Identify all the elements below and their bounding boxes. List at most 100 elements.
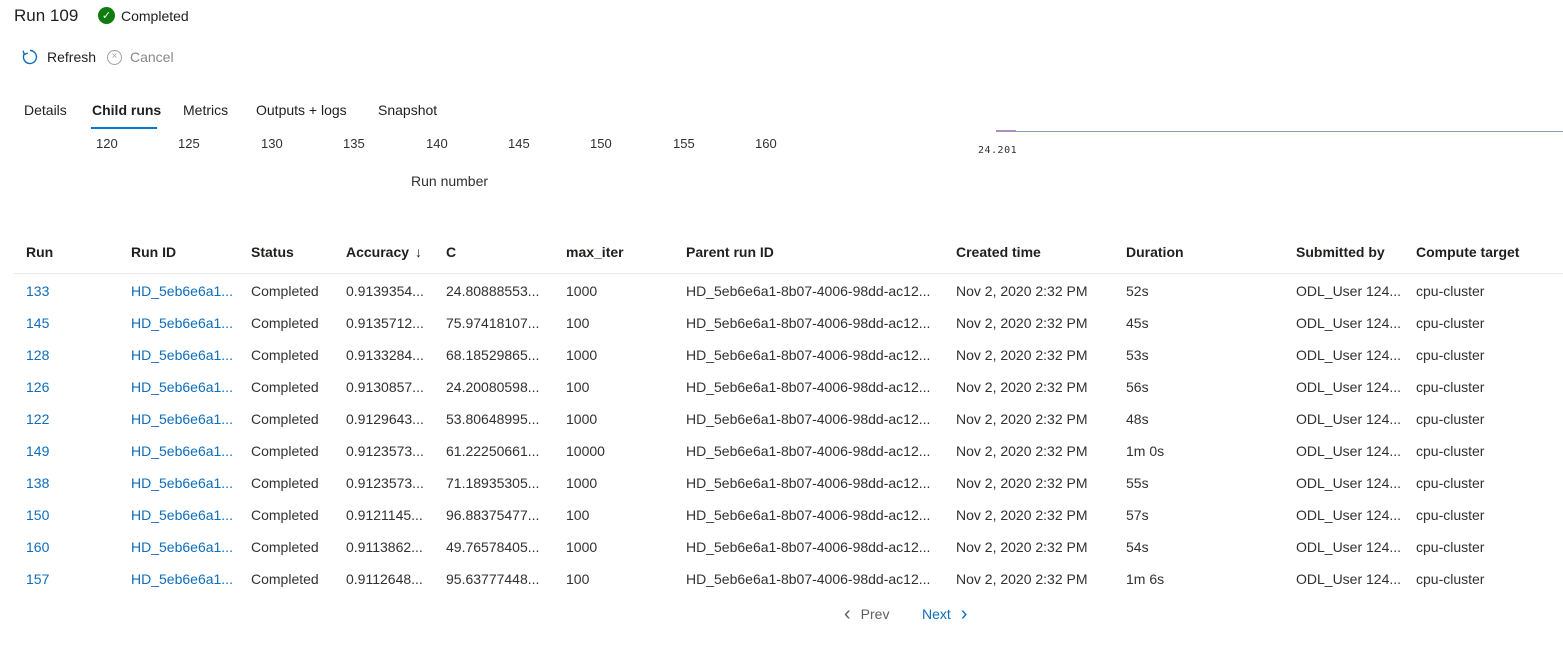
cell-run-id[interactable]: HD_5eb6e6a1... xyxy=(131,347,233,363)
cell-run[interactable]: 145 xyxy=(26,315,49,331)
cell-run[interactable]: 149 xyxy=(26,443,49,459)
cell-parent-run-id: HD_5eb6e6a1-8b07-4006-98dd-ac12... xyxy=(686,315,931,331)
next-page-button[interactable]: Next › xyxy=(922,603,968,625)
cell-c: 95.63777448... xyxy=(446,571,540,587)
cell-created-time: Nov 2, 2020 2:32 PM xyxy=(956,379,1088,395)
cell-status: Completed xyxy=(251,347,319,363)
refresh-icon xyxy=(22,49,38,65)
cell-c: 53.80648995... xyxy=(446,411,540,427)
cell-submitted-by: ODL_User 124... xyxy=(1296,315,1402,331)
column-header-duration[interactable]: Duration xyxy=(1126,244,1184,260)
cell-max-iter: 1000 xyxy=(566,475,598,491)
cell-accuracy: 0.9129643... xyxy=(346,411,424,427)
cell-status: Completed xyxy=(251,283,319,299)
cell-compute-target: cpu-cluster xyxy=(1416,571,1485,587)
chart-x-tick-label: 24.201 xyxy=(978,145,1018,156)
cell-run-id[interactable]: HD_5eb6e6a1... xyxy=(131,315,233,331)
tab-metrics[interactable]: Metrics xyxy=(183,100,228,120)
check-circle-icon: ✓ xyxy=(98,7,115,24)
column-header-compute-target[interactable]: Compute target xyxy=(1416,244,1519,260)
refresh-button[interactable]: Refresh xyxy=(21,47,96,67)
column-header-created-time[interactable]: Created time xyxy=(956,244,1041,260)
cell-created-time: Nov 2, 2020 2:32 PM xyxy=(956,283,1088,299)
cell-parent-run-id: HD_5eb6e6a1-8b07-4006-98dd-ac12... xyxy=(686,283,931,299)
column-header-accuracy[interactable]: Accuracy ↓ xyxy=(346,244,422,260)
cell-compute-target: cpu-cluster xyxy=(1416,539,1485,555)
tab-snapshot[interactable]: Snapshot xyxy=(378,100,437,120)
chart-x-axis-label: Run number xyxy=(411,173,489,189)
cell-run[interactable]: 122 xyxy=(26,411,49,427)
cell-parent-run-id: HD_5eb6e6a1-8b07-4006-98dd-ac12... xyxy=(686,347,931,363)
cell-status: Completed xyxy=(251,571,319,587)
cell-status: Completed xyxy=(251,475,319,491)
prev-label: Prev xyxy=(860,606,890,622)
cell-max-iter: 100 xyxy=(566,315,590,331)
chevron-right-icon: › xyxy=(960,603,968,625)
tab-child-runs[interactable]: Child runs xyxy=(92,100,161,120)
run-status: ✓ Completed xyxy=(98,7,189,24)
cell-run[interactable]: 160 xyxy=(26,539,49,555)
column-header-parent-run-id[interactable]: Parent run ID xyxy=(686,244,774,260)
active-tab-indicator xyxy=(91,127,157,129)
cell-accuracy: 0.9113862... xyxy=(346,539,423,555)
column-header-label: C xyxy=(446,244,457,260)
tab-outputs-logs[interactable]: Outputs + logs xyxy=(256,100,347,120)
cell-run[interactable]: 126 xyxy=(26,379,49,395)
cancel-label: Cancel xyxy=(130,49,174,65)
cell-duration: 45s xyxy=(1126,315,1149,331)
cell-submitted-by: ODL_User 124... xyxy=(1296,379,1402,395)
cell-run[interactable]: 138 xyxy=(26,475,49,491)
cancel-button[interactable]: × Cancel xyxy=(107,47,174,67)
column-header-label: Run ID xyxy=(131,244,177,260)
page-title: Run 109 xyxy=(14,6,79,25)
column-header-label: Submitted by xyxy=(1296,244,1385,260)
cell-run[interactable]: 128 xyxy=(26,347,49,363)
chart-series-marker xyxy=(996,130,1016,132)
cell-run-id[interactable]: HD_5eb6e6a1... xyxy=(131,283,233,299)
tab-details[interactable]: Details xyxy=(24,100,67,120)
column-header-label: Compute target xyxy=(1416,244,1520,260)
cell-run-id[interactable]: HD_5eb6e6a1... xyxy=(131,475,233,491)
cell-compute-target: cpu-cluster xyxy=(1416,507,1485,523)
chart-x-tick-label: 155 xyxy=(673,136,695,151)
chart-x-tick-label: 130 xyxy=(261,136,283,151)
cell-run[interactable]: 150 xyxy=(26,507,49,523)
cell-status: Completed xyxy=(251,443,319,459)
cell-run[interactable]: 133 xyxy=(26,283,49,299)
chart-series-line xyxy=(996,131,1563,132)
cell-created-time: Nov 2, 2020 2:32 PM xyxy=(956,539,1088,555)
cell-run[interactable]: 157 xyxy=(26,571,49,587)
column-header-run[interactable]: Run xyxy=(26,244,53,260)
cell-submitted-by: ODL_User 124... xyxy=(1296,443,1402,459)
cell-created-time: Nov 2, 2020 2:32 PM xyxy=(956,411,1088,427)
column-header-c[interactable]: C xyxy=(446,244,456,260)
cell-parent-run-id: HD_5eb6e6a1-8b07-4006-98dd-ac12... xyxy=(686,507,931,523)
chart-x-tick-label: 140 xyxy=(426,136,448,151)
cell-status: Completed xyxy=(251,539,319,555)
column-header-status[interactable]: Status xyxy=(251,244,294,260)
cell-created-time: Nov 2, 2020 2:32 PM xyxy=(956,507,1088,523)
cell-accuracy: 0.9130857... xyxy=(346,379,424,395)
column-header-run-id[interactable]: Run ID xyxy=(131,244,176,260)
cell-parent-run-id: HD_5eb6e6a1-8b07-4006-98dd-ac12... xyxy=(686,475,931,491)
cell-run-id[interactable]: HD_5eb6e6a1... xyxy=(131,379,233,395)
column-header-submitted-by[interactable]: Submitted by xyxy=(1296,244,1385,260)
cell-compute-target: cpu-cluster xyxy=(1416,379,1485,395)
cell-c: 49.76578405... xyxy=(446,539,540,555)
cell-max-iter: 1000 xyxy=(566,411,598,427)
cancel-icon: × xyxy=(107,49,122,65)
table-header-divider xyxy=(14,273,1563,274)
cell-run-id[interactable]: HD_5eb6e6a1... xyxy=(131,411,233,427)
column-header-max-iter[interactable]: max_iter xyxy=(566,244,624,260)
cell-max-iter: 100 xyxy=(566,571,590,587)
column-header-label: Accuracy xyxy=(346,244,410,260)
cell-c: 24.20080598... xyxy=(446,379,540,395)
cell-run-id[interactable]: HD_5eb6e6a1... xyxy=(131,507,233,523)
cell-run-id[interactable]: HD_5eb6e6a1... xyxy=(131,443,233,459)
cell-run-id[interactable]: HD_5eb6e6a1... xyxy=(131,539,233,555)
cell-max-iter: 100 xyxy=(566,379,590,395)
cell-accuracy: 0.9123573... xyxy=(346,443,424,459)
prev-page-button[interactable]: ‹ Prev xyxy=(844,604,890,624)
cell-run-id[interactable]: HD_5eb6e6a1... xyxy=(131,571,233,587)
cell-created-time: Nov 2, 2020 2:32 PM xyxy=(956,443,1088,459)
